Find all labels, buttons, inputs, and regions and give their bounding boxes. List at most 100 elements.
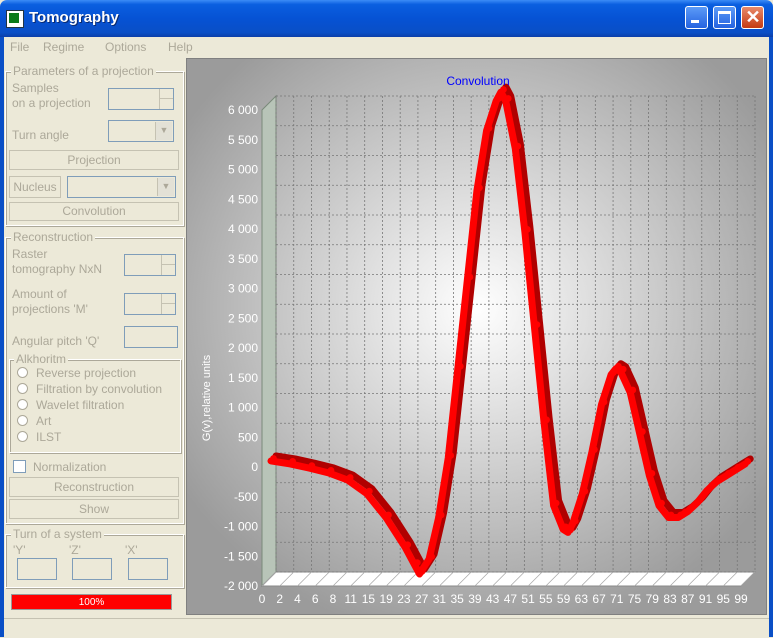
x-tick-label: 6 [312,592,319,606]
algorithm-legend: Alkhoritm [14,352,69,366]
series-point [638,428,646,436]
radio-label-reverse-projection: Reverse projection [36,366,137,380]
y-tick-label: -1 500 [224,549,258,563]
nucleus-select[interactable]: ▼ [67,176,176,198]
x-tick-label: 51 [521,592,535,606]
reconstruction-button[interactable]: Reconstruction [9,477,179,497]
y-tick-label: 5 500 [228,133,258,147]
reconstruction-legend: Reconstruction [11,230,96,244]
turn-x-label: 'X' [125,543,138,557]
window-title: Tomography [29,9,119,26]
x-tick-label: 95 [717,592,731,606]
close-button[interactable]: ✕ [741,6,764,29]
samples-spin-arrows[interactable] [159,89,173,109]
series-point [581,487,589,495]
y-tick-label: -1 000 [224,520,258,534]
raster-label-2: tomography NxN [12,262,103,276]
nucleus-button[interactable]: Nucleus [9,176,61,198]
chevron-down-icon[interactable]: ▼ [157,178,174,196]
minimize-button[interactable] [685,6,708,29]
radio-ilst[interactable] [17,431,28,442]
x-tick-label: 87 [681,592,695,606]
series-point [413,559,421,566]
amount-spinner[interactable] [124,293,176,315]
x-tick-label: 47 [504,592,518,606]
series-point [289,458,297,465]
radio-label-filtration-convolution: Filtration by convolution [36,382,163,396]
series-point [552,499,560,507]
show-button[interactable]: Show [9,499,179,519]
series-point [705,484,713,492]
window-frame-left [0,37,4,637]
menu-regime[interactable]: Regime [43,40,84,54]
series-point [686,505,694,513]
amount-spin-arrows[interactable] [161,294,175,314]
amount-label-2: projections 'M' [12,302,88,316]
raster-spin-arrows[interactable] [161,255,175,275]
series-point [725,469,732,477]
series-point [346,474,354,481]
chart-panel: -2 000 -1 500 -1 000 -500 0 500 1 000 1 500 2 00… [186,58,767,615]
raster-spinner[interactable] [124,254,176,276]
turn-y-input[interactable] [17,558,57,580]
maximize-icon [718,11,731,24]
turn-x-input[interactable] [128,558,168,580]
series-point [715,475,723,483]
series-point [744,458,752,465]
amount-label: Amount of [12,287,67,301]
x-tick-label: 43 [486,592,500,606]
progress-bar: 100% [11,594,172,610]
series-point [571,517,579,525]
series-point [447,452,455,459]
normalization-label: Normalization [33,460,107,474]
turn-y-label: 'Y' [13,543,26,557]
series-point [734,464,742,471]
x-tick-label: 99 [734,592,748,606]
angular-pitch-label: Angular pitch 'Q' [12,334,100,348]
y-tick-label: 1 000 [228,401,258,415]
x-tick-label: 71 [610,592,624,606]
y-tick-label: 4 500 [228,192,258,206]
normalization-checkbox[interactable] [13,460,26,473]
y-tick-label: 2 500 [228,311,258,325]
series-point [523,226,531,233]
series-point [476,184,483,192]
radio-art[interactable] [17,415,28,426]
radio-reverse-projection[interactable] [17,367,28,378]
series-point [591,446,598,453]
turn-angle-label: Turn angle [12,128,69,142]
samples-spinner[interactable] [108,88,174,110]
convolution-chart: -2 000 -1 500 -1 000 -500 0 500 1 000 1 500 2 00… [186,58,767,615]
chart-y-axis-label: G(v),relative units [201,354,213,441]
window-frame-right [769,37,773,637]
menu-options[interactable]: Options [105,40,146,54]
samples-label: Samples [12,81,59,95]
convolution-button[interactable]: Convolution [9,202,179,221]
angular-pitch-input[interactable] [124,326,178,348]
projection-button[interactable]: Projection [9,150,179,170]
y-tick-label: 2 000 [228,341,258,355]
x-tick-label: 83 [663,592,677,606]
radio-wavelet-filtration[interactable] [17,399,28,410]
maximize-button[interactable] [713,6,736,29]
radio-filtration-convolution[interactable] [17,383,28,394]
turn-z-input[interactable] [72,558,112,580]
x-tick-label: 79 [646,592,660,606]
chevron-down-icon[interactable]: ▼ [155,122,172,140]
series-point [648,469,656,477]
y-tick-label: -2 000 [224,579,258,593]
chart-title: Convolution [446,74,509,88]
x-tick-label: 11 [344,592,357,606]
series-point [308,462,316,470]
x-tick-label: 0 [259,592,266,606]
y-tick-label: 3 000 [228,282,258,296]
x-tick-label: 27 [415,592,429,606]
turn-angle-select[interactable]: ▼ [108,120,174,142]
x-tick-label: 55 [539,592,553,606]
y-tick-label: 6 000 [228,103,258,117]
series-point [404,541,412,549]
y-tick-label: 0 [251,460,258,474]
series-point [418,568,426,575]
menu-file[interactable]: File [10,40,29,54]
menu-help[interactable]: Help [168,40,193,54]
